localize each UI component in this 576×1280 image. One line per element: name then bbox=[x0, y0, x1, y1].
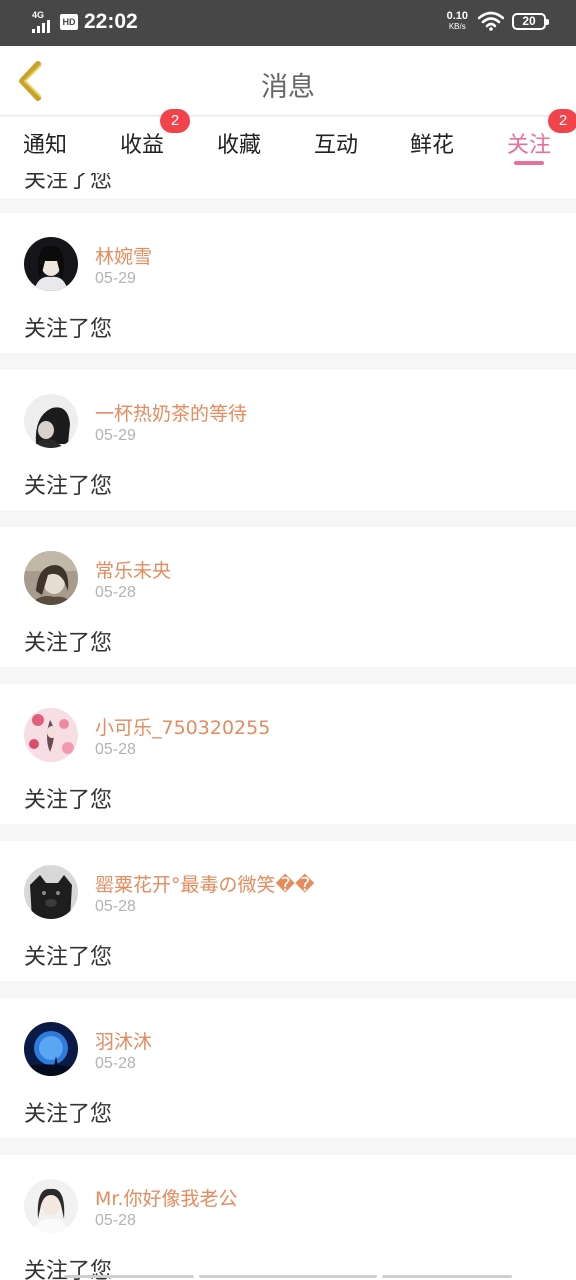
tab-badge: 2 bbox=[160, 109, 190, 133]
message-text: 关注了您 bbox=[24, 788, 113, 813]
tab-favorites[interactable]: 收藏 bbox=[217, 117, 267, 173]
gesture-bar bbox=[64, 1275, 194, 1278]
username[interactable]: 羽沐沐 bbox=[95, 1027, 152, 1054]
avatar[interactable] bbox=[24, 394, 78, 448]
timestamp: 05-28 bbox=[95, 898, 136, 915]
avatar[interactable] bbox=[24, 1179, 78, 1233]
hd-icon: HD bbox=[60, 14, 78, 30]
list-item[interactable]: 小可乐_750320255 05-28 关注了您 bbox=[0, 684, 576, 824]
tab-label: 收益 bbox=[120, 133, 165, 158]
message-text: 关注了您 bbox=[24, 317, 113, 342]
nav-bar: 消息 bbox=[0, 46, 576, 116]
list-item-partial[interactable]: 关注了您 bbox=[0, 173, 576, 198]
avatar[interactable] bbox=[24, 237, 78, 291]
wifi-icon bbox=[478, 11, 504, 31]
battery-level: 20 bbox=[522, 14, 536, 28]
message-text: 关注了您 bbox=[24, 474, 113, 499]
page-title: 消息 bbox=[261, 72, 315, 103]
list-item[interactable]: 林婉雪 05-29 关注了您 bbox=[0, 213, 576, 353]
avatar[interactable] bbox=[24, 1022, 78, 1076]
status-right: 0.10 KB/s 20 bbox=[446, 10, 549, 32]
tab-badge: 2 bbox=[548, 109, 576, 133]
list-item[interactable]: 常乐未央 05-28 关注了您 bbox=[0, 527, 576, 667]
tab-label: 收藏 bbox=[217, 133, 262, 158]
tab-bar: 通知 收益 2 收藏 互动 鲜花 关注 2 bbox=[0, 109, 576, 173]
tab-active-indicator bbox=[514, 161, 544, 165]
clock: 22:02 bbox=[84, 10, 138, 33]
avatar[interactable] bbox=[24, 865, 78, 919]
tab-notice[interactable]: 通知 bbox=[23, 117, 73, 173]
tab-label: 通知 bbox=[23, 133, 68, 158]
tab-interaction[interactable]: 互动 bbox=[314, 117, 364, 173]
network-type: 4G bbox=[32, 10, 45, 20]
message-list[interactable]: 关注了您 林婉雪 05-29 关注了您 一杯热奶茶的等待 05-29 关注了您 … bbox=[0, 173, 576, 1280]
message-text: 关注了您 bbox=[24, 945, 113, 970]
gesture-bar bbox=[382, 1275, 512, 1278]
avatar[interactable] bbox=[24, 708, 78, 762]
tab-earnings[interactable]: 收益 2 bbox=[120, 109, 190, 173]
list-item[interactable]: 羽沐沐 05-28 关注了您 bbox=[0, 998, 576, 1138]
tab-follow[interactable]: 关注 2 bbox=[507, 109, 576, 173]
tab-label: 关注 bbox=[507, 133, 552, 158]
network-speed: 0.10 KB/s bbox=[446, 10, 468, 32]
message-text: 关注了您 bbox=[24, 1102, 113, 1127]
list-item[interactable]: Mr.你好像我老公 05-28 关注了您 bbox=[0, 1155, 576, 1280]
gesture-bar bbox=[199, 1275, 377, 1278]
tab-label: 鲜花 bbox=[410, 133, 455, 158]
timestamp: 05-28 bbox=[95, 741, 136, 758]
username[interactable]: 常乐未央 bbox=[95, 556, 171, 583]
username[interactable]: 林婉雪 bbox=[95, 242, 152, 269]
tab-label: 互动 bbox=[314, 133, 359, 158]
timestamp: 05-28 bbox=[95, 584, 136, 601]
username[interactable]: Mr.你好像我老公 bbox=[95, 1184, 238, 1211]
signal-bars bbox=[32, 20, 50, 33]
timestamp: 05-28 bbox=[95, 1055, 136, 1072]
timestamp: 05-29 bbox=[95, 427, 136, 444]
signal-icon: 4G bbox=[32, 11, 56, 33]
message-text: 关注了您 bbox=[24, 173, 113, 193]
timestamp: 05-29 bbox=[95, 270, 136, 287]
avatar[interactable] bbox=[24, 551, 78, 605]
status-bar: 4G HD 22:02 0.10 KB/s 20 bbox=[0, 0, 576, 46]
timestamp: 05-28 bbox=[95, 1212, 136, 1229]
username[interactable]: 罂粟花开°最毒の微笑�� bbox=[95, 870, 314, 897]
tab-flowers[interactable]: 鲜花 bbox=[410, 117, 460, 173]
username[interactable]: 一杯热奶茶的等待 bbox=[95, 399, 247, 426]
list-item[interactable]: 一杯热奶茶的等待 05-29 关注了您 bbox=[0, 370, 576, 510]
list-item[interactable]: 罂粟花开°最毒の微笑�� 05-28 关注了您 bbox=[0, 841, 576, 981]
battery-icon: 20 bbox=[512, 12, 549, 30]
username[interactable]: 小可乐_750320255 bbox=[95, 713, 270, 740]
status-left: 4G HD 22:02 bbox=[32, 10, 138, 34]
speed-value: 0.10 bbox=[446, 10, 468, 22]
speed-unit: KB/s bbox=[448, 22, 466, 31]
message-text: 关注了您 bbox=[24, 631, 113, 656]
